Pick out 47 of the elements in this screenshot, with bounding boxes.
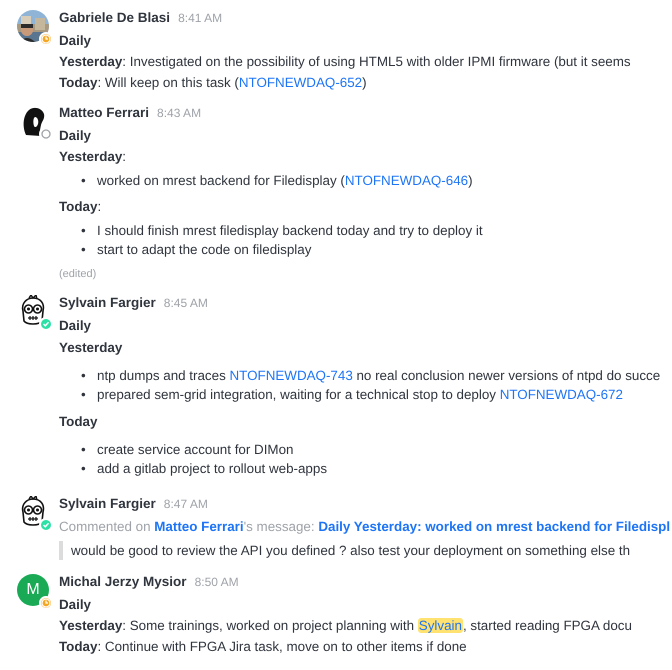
issue-link[interactable]: NTOFNEWDAQ-743 bbox=[230, 368, 353, 383]
issue-link[interactable]: NTOFNEWDAQ-672 bbox=[500, 387, 623, 402]
bullet: • bbox=[81, 367, 87, 385]
section-heading: Today bbox=[59, 413, 98, 431]
message-line: Today: Continue with FPGA Jira task, move on to other items if done bbox=[59, 638, 468, 656]
author-name[interactable]: Michal Jerzy Mysior bbox=[59, 574, 187, 589]
bullet: • bbox=[81, 172, 87, 190]
message-line: Today: bbox=[59, 198, 102, 216]
comment-reference: Commented on Matteo Ferrari's message: Daily Yesterday: worked on mrest backend for Filedispl bbox=[59, 518, 672, 536]
bullet: • bbox=[81, 222, 87, 240]
list-item: create service account for DIMon bbox=[97, 441, 294, 459]
quoted-comment: would be good to review the API you defined ? also test your deployment on something else th bbox=[59, 541, 672, 560]
author-name[interactable]: Matteo Ferrari bbox=[59, 105, 150, 120]
avatar-initial: M bbox=[17, 574, 49, 606]
message-line: Today: Will keep on this task (NTOFNEWDAQ-652) bbox=[59, 74, 368, 92]
user-mention[interactable]: Sylvain bbox=[418, 618, 463, 633]
list-item: prepared sem-grid integration, waiting for a technical stop to deploy NTOFNEWDAQ-672 bbox=[97, 386, 623, 404]
message-line: Yesterday: Some trainings, worked on project planning with Sylvain, started reading FPGA docu bbox=[59, 617, 633, 635]
message-title: Daily bbox=[59, 127, 92, 145]
list-item: ntp dumps and traces NTOFNEWDAQ-743 no real conclusion newer versions of ntpd do succe bbox=[97, 367, 660, 385]
bullet: • bbox=[81, 441, 87, 459]
message-time: 8:45 AM bbox=[164, 296, 208, 310]
message-title: Daily bbox=[59, 596, 92, 614]
issue-link[interactable]: NTOFNEWDAQ-652 bbox=[238, 75, 362, 90]
issue-link[interactable]: NTOFNEWDAQ-646 bbox=[344, 173, 468, 188]
bullet: • bbox=[81, 386, 87, 404]
message-title: Daily bbox=[59, 317, 92, 335]
message-line: Yesterday: bbox=[59, 148, 128, 166]
author-name[interactable]: Gabriele De Blasi bbox=[59, 10, 170, 25]
list-item: add a gitlab project to rollout web-apps bbox=[97, 460, 328, 478]
message-link[interactable]: Daily Yesterday: worked on mrest backend for Filedispl bbox=[318, 519, 670, 534]
list-item: start to adapt the code on filedisplay bbox=[97, 241, 312, 259]
message-time: 8:50 AM bbox=[194, 575, 239, 589]
author-name[interactable]: Sylvain Fargier bbox=[59, 496, 156, 511]
message-time: 8:43 AM bbox=[157, 106, 202, 120]
bullet: • bbox=[81, 241, 87, 259]
section-heading: Yesterday bbox=[59, 339, 124, 357]
edited-label: (edited) bbox=[59, 267, 98, 282]
message-title: Daily bbox=[59, 32, 92, 50]
list-item: I should finish mrest filedisplay backend today and try to deploy it bbox=[97, 222, 483, 240]
list-item: worked on mrest backend for Filedisplay (NTOFNEWDAQ-646) bbox=[97, 172, 473, 190]
author-name[interactable]: Sylvain Fargier bbox=[59, 295, 156, 310]
message-line: Yesterday: Investigated on the possibility of using HTML5 with older IPMI firmware (but it seems bbox=[59, 53, 632, 71]
message-time: 8:41 AM bbox=[178, 11, 222, 25]
message-link[interactable]: Matteo Ferrari bbox=[154, 519, 244, 534]
bullet: • bbox=[81, 460, 87, 478]
message-time: 8:47 AM bbox=[164, 497, 208, 511]
